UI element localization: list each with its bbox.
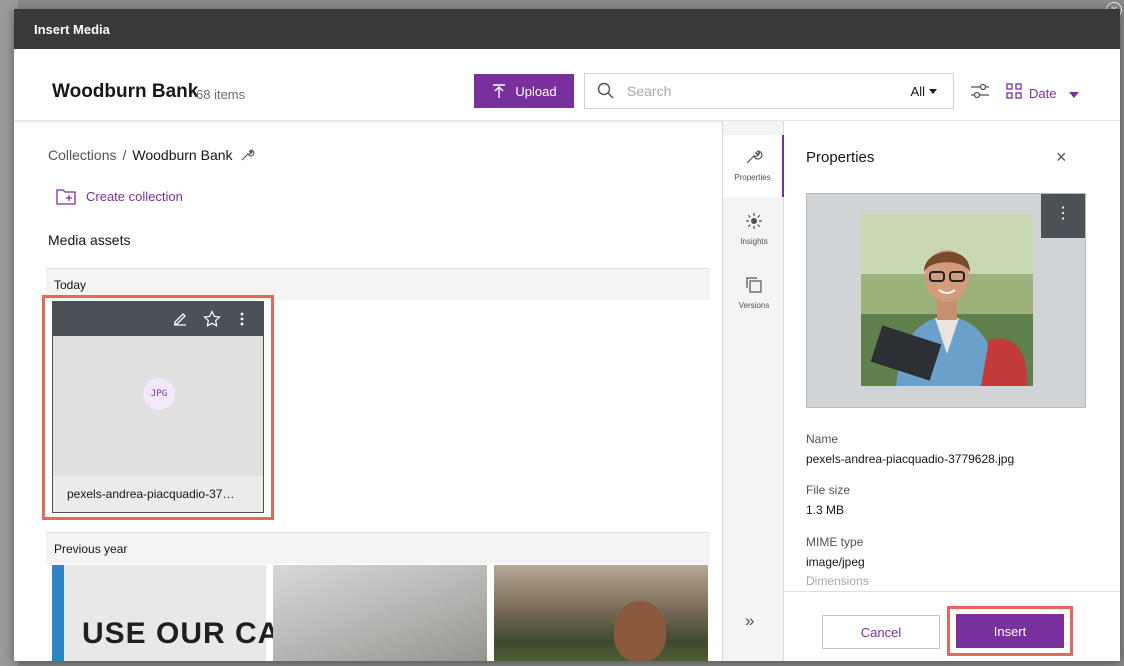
chevron-down-icon	[1069, 92, 1079, 98]
asset-filename: pexels-andrea-piacquadio-37…	[53, 476, 263, 512]
insert-media-modal: Insert Media Woodburn Bank 68 items Uplo…	[14, 9, 1120, 661]
search-input[interactable]: Search All	[584, 73, 954, 109]
breadcrumb-separator: /	[122, 147, 127, 163]
cancel-button[interactable]: Cancel	[822, 615, 940, 649]
create-collection-button[interactable]: Create collection	[56, 187, 183, 205]
preview-overflow-menu-icon[interactable]: ⋮	[1041, 194, 1085, 238]
star-icon[interactable]	[203, 310, 221, 328]
side-rail: Properties Insights Versions »	[722, 121, 785, 661]
edit-pencil-icon[interactable]	[171, 310, 189, 328]
preview-photo	[861, 214, 1033, 386]
property-file-size: File size 1.3 MB	[806, 483, 850, 517]
field-value: image/jpeg	[806, 555, 865, 569]
upload-label: Upload	[515, 83, 557, 99]
asset-card[interactable]: JPG pexels-andrea-piacquadio-37…	[52, 301, 264, 513]
wrench-icon[interactable]	[239, 147, 255, 163]
copy-icon	[746, 277, 762, 293]
breadcrumb-current: Woodburn Bank	[132, 147, 233, 163]
field-label: MIME type	[806, 535, 864, 549]
search-placeholder: Search	[627, 83, 672, 99]
asset-thumbnail[interactable]	[494, 565, 708, 661]
field-value: 1.3 MB	[806, 503, 845, 517]
field-label: File size	[806, 483, 851, 497]
wrench-icon	[746, 150, 762, 164]
collection-title: Woodburn Bank	[52, 81, 199, 102]
properties-title: Properties	[806, 149, 875, 166]
overflow-menu-icon[interactable]	[239, 310, 245, 328]
rail-tab-properties[interactable]: Properties	[723, 135, 785, 197]
expand-panel-icon[interactable]: »	[745, 611, 754, 631]
chevron-down-icon	[929, 89, 937, 94]
thumbnail-person-head	[614, 601, 666, 661]
asset-card-toolbar	[53, 302, 263, 336]
close-icon[interactable]: ×	[1056, 147, 1067, 168]
media-browser: Collections / Woodburn Bank Create colle…	[14, 121, 722, 661]
field-label: Name	[806, 432, 839, 446]
grid-view-icon[interactable]	[1006, 83, 1022, 99]
filter-sliders-icon[interactable]	[969, 81, 991, 101]
thumbnail-text: USE OUR CA	[82, 617, 281, 650]
media-header: Woodburn Bank 68 items Upload Search All…	[14, 49, 1120, 121]
group-header-previous-year: Previous year	[46, 532, 710, 564]
file-type-badge: JPG	[143, 378, 175, 410]
upload-icon	[493, 84, 506, 98]
asset-thumbnail[interactable]: USE OUR CA	[52, 565, 279, 661]
search-icon	[597, 82, 614, 99]
rail-label: Insights	[740, 237, 768, 246]
property-dimensions-label: Dimensions	[806, 574, 869, 588]
rail-tab-insights[interactable]: Insights	[723, 199, 785, 261]
upload-button[interactable]: Upload	[474, 74, 574, 108]
create-collection-label: Create collection	[86, 188, 183, 204]
rail-label: Versions	[738, 301, 770, 310]
image-preview: ⋮	[806, 193, 1086, 408]
field-value: pexels-andrea-piacquadio-3779628.jpg	[806, 452, 1015, 466]
search-scope-select[interactable]: All	[911, 84, 925, 99]
properties-footer: Cancel Insert	[784, 591, 1120, 661]
folder-add-icon	[56, 189, 76, 205]
breadcrumb-collections-link[interactable]: Collections	[48, 147, 116, 163]
rail-label: Properties	[734, 173, 771, 182]
modal-title: Insert Media	[14, 9, 1120, 49]
rail-tab-versions[interactable]: Versions	[723, 263, 785, 325]
property-name: Name pexels-andrea-piacquadio-3779628.jp…	[806, 432, 1014, 466]
insert-button[interactable]: Insert	[956, 614, 1064, 648]
item-count: 68 items	[196, 87, 246, 102]
media-assets-heading: Media assets	[48, 232, 131, 248]
sun-icon	[746, 213, 762, 229]
sort-date-select[interactable]: Date	[1029, 86, 1056, 101]
property-mime-type: MIME type image/jpeg	[806, 535, 865, 569]
asset-thumbnail[interactable]	[273, 565, 487, 661]
properties-panel: Properties × ⋮ Name pexels-andrea-piacqu…	[784, 121, 1120, 661]
breadcrumb: Collections / Woodburn Bank	[48, 147, 255, 163]
